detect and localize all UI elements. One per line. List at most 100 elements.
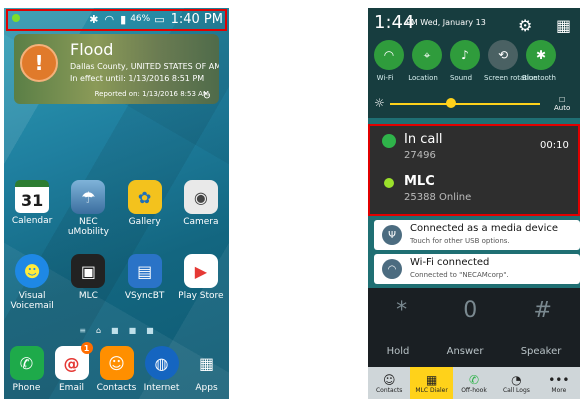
app-label: Camera xyxy=(183,217,219,227)
more-icon: ••• xyxy=(548,372,570,387)
gear-icon[interactable]: ⚙ xyxy=(518,16,532,35)
shade-date: PM Wed, January 13 xyxy=(406,18,486,27)
tab-call-logs[interactable]: ◔ Call Logs xyxy=(495,367,537,399)
speaker-button[interactable]: Speaker xyxy=(521,346,562,357)
toggle-label: Bluetooth xyxy=(522,74,556,82)
tab-label: More xyxy=(551,386,567,394)
toggle-label: Location xyxy=(408,74,438,82)
alert-pin-icon: ! xyxy=(20,44,58,82)
app-calendar[interactable]: 31 Calendar xyxy=(4,180,60,237)
toggle-label: Wi-Fi xyxy=(376,74,394,82)
dock-contacts[interactable]: ☺ Contacts xyxy=(94,346,139,393)
bluetooth-toggle-icon[interactable]: ✱ xyxy=(526,40,556,70)
key-zero[interactable]: 0 xyxy=(463,298,477,323)
email-badge: 1 xyxy=(80,342,93,354)
wifi-toggle-icon[interactable]: ◠ xyxy=(374,40,404,70)
app-label: MLC xyxy=(78,291,98,301)
call-action-buttons: Hold Answer Speaker xyxy=(368,346,580,357)
weather-alert-widget[interactable]: ! Flood Dallas County, UNITED STATES OF … xyxy=(14,34,219,104)
calendar-icon: 31 xyxy=(15,180,50,213)
shade-date-text: Wed, January 13 xyxy=(420,18,486,27)
app-nec-umobility[interactable]: ☂ NEC uMobility xyxy=(60,180,116,237)
usb-icon: Ψ xyxy=(382,225,402,245)
wifi-connected-icon: ◠ xyxy=(382,259,402,279)
toggle-labels: Wi-Fi Location Sound Screen rotation Blu… xyxy=(370,74,556,82)
key-hash[interactable]: # xyxy=(533,298,551,323)
home-dot-icon[interactable]: ⌂ xyxy=(96,326,101,335)
play-store-icon: ▶ xyxy=(183,254,218,288)
dock-label: Internet xyxy=(143,383,180,393)
page-dot[interactable]: ≡ xyxy=(79,326,86,335)
app-grid-row1: 31 Calendar ☂ NEC uMobility ✿ Gallery ◉ … xyxy=(4,180,229,237)
alert-location: Dallas County, UNITED STATES OF AMERICA xyxy=(70,62,219,71)
brightness-auto[interactable]: ☐ Auto xyxy=(554,96,570,112)
nec-umobility-icon: ☂ xyxy=(71,180,106,214)
hold-button[interactable]: Hold xyxy=(387,346,410,357)
dock-internet[interactable]: ◍ Internet xyxy=(139,346,184,393)
usb-subtitle: Touch for other USB options. xyxy=(410,237,510,245)
app-vsyncbt[interactable]: ▤ VSyncBT xyxy=(117,254,173,311)
dialpad-icon: ▦ xyxy=(425,372,438,387)
grid-edit-icon[interactable]: ▦ xyxy=(556,16,571,35)
tab-off-hook[interactable]: ✆ Off-hook xyxy=(453,367,495,399)
page-dot[interactable]: ■ xyxy=(146,326,154,335)
app-label: Calendar xyxy=(11,216,53,226)
clock-icon: ◔ xyxy=(511,372,522,387)
app-label: VSyncBT xyxy=(124,291,165,301)
dock-apps[interactable]: ▦ Apps xyxy=(184,346,229,394)
app-label: Gallery xyxy=(128,217,161,227)
apps-grid-icon: ▦ xyxy=(198,353,215,373)
usb-title: Connected as a media device xyxy=(410,223,559,234)
quick-toggles: ◠ ⌖ ♪ ⟲ ✱ xyxy=(374,40,556,70)
dock: ✆ Phone @ 1 Email ☺ Contacts ◍ Internet … xyxy=(4,342,229,394)
toggle-label: Screen rotation xyxy=(484,74,538,82)
usb-notification[interactable]: Ψ Connected as a media device Touch for … xyxy=(374,220,580,250)
notification-shade: 1:44 PM Wed, January 13 ⚙ ▦ ◠ ⌖ ♪ ⟲ ✱ Wi… xyxy=(368,8,580,399)
wifi-notification[interactable]: ◠ Wi-Fi connected Connected to "NECAMcor… xyxy=(374,254,580,284)
auto-label: Auto xyxy=(554,104,571,112)
highlight-box xyxy=(6,9,227,31)
rotation-toggle-icon[interactable]: ⟲ xyxy=(488,40,518,70)
app-grid-row2: ☻ Visual Voicemail ▣ MLC ▤ VSyncBT ▶ Pla… xyxy=(4,254,229,311)
tab-label: Contacts xyxy=(375,386,403,394)
dock-label: Phone xyxy=(12,383,41,393)
dock-label: Email xyxy=(59,383,84,393)
tab-label: MLC Dialer xyxy=(415,386,448,394)
refresh-icon[interactable]: ↻ xyxy=(203,91,211,102)
page-dot[interactable]: ■ xyxy=(111,326,119,335)
brightness-slider[interactable] xyxy=(390,103,540,105)
dock-email[interactable]: @ 1 Email xyxy=(49,342,94,393)
page-dot[interactable]: ■ xyxy=(129,326,137,335)
calendar-day: 31 xyxy=(20,190,44,210)
alert-effective: In effect until: 1/13/2016 8:51 PM xyxy=(70,74,205,83)
app-mlc[interactable]: ▣ MLC xyxy=(60,254,116,311)
page-indicator: ≡ ⌂ ■ ■ ■ xyxy=(4,326,229,335)
app-gallery[interactable]: ✿ Gallery xyxy=(117,180,173,237)
app-visual-voicemail[interactable]: ☻ Visual Voicemail xyxy=(4,254,60,311)
home-screen: ✱ ◠ ▮ 46% ▭ 1:40 PM ! Flood Dallas Count… xyxy=(4,8,229,399)
dial-keys: * 0 # xyxy=(368,298,580,323)
dialer-tabs: ☺ Contacts ▦ MLC Dialer ✆ Off-hook ◔ Call Lo… xyxy=(368,367,580,399)
brightness-knob[interactable] xyxy=(446,98,456,108)
shade-ampm: PM xyxy=(406,18,418,27)
tab-label: Off-hook xyxy=(461,386,487,394)
sound-toggle-icon[interactable]: ♪ xyxy=(450,40,480,70)
tab-contacts[interactable]: ☺ Contacts xyxy=(368,367,410,399)
dock-phone[interactable]: ✆ Phone xyxy=(4,346,49,393)
tab-more[interactable]: ••• More xyxy=(538,367,580,399)
tab-mlc-dialer[interactable]: ▦ MLC Dialer xyxy=(410,367,453,399)
key-star[interactable]: * xyxy=(396,298,407,323)
wifi-subtitle: Connected to "NECAMcorp". xyxy=(410,271,509,279)
contacts-icon: ☺ xyxy=(99,346,134,380)
answer-button[interactable]: Answer xyxy=(447,346,484,357)
location-toggle-icon[interactable]: ⌖ xyxy=(412,40,442,70)
brightness-icon: ☼ xyxy=(374,96,385,110)
dialer-background: * 0 # Hold Answer Speaker ☺ Contacts ▦ MLC… xyxy=(368,288,580,399)
offhook-icon: ✆ xyxy=(468,372,480,387)
vsyncbt-icon: ▤ xyxy=(127,254,162,288)
app-label: Visual Voicemail xyxy=(10,291,54,311)
contacts-tab-icon: ☺ xyxy=(382,372,396,387)
app-camera[interactable]: ◉ Camera xyxy=(173,180,229,237)
email-icon: @ 1 xyxy=(54,342,93,380)
app-play-store[interactable]: ▶ Play Store xyxy=(173,254,229,311)
